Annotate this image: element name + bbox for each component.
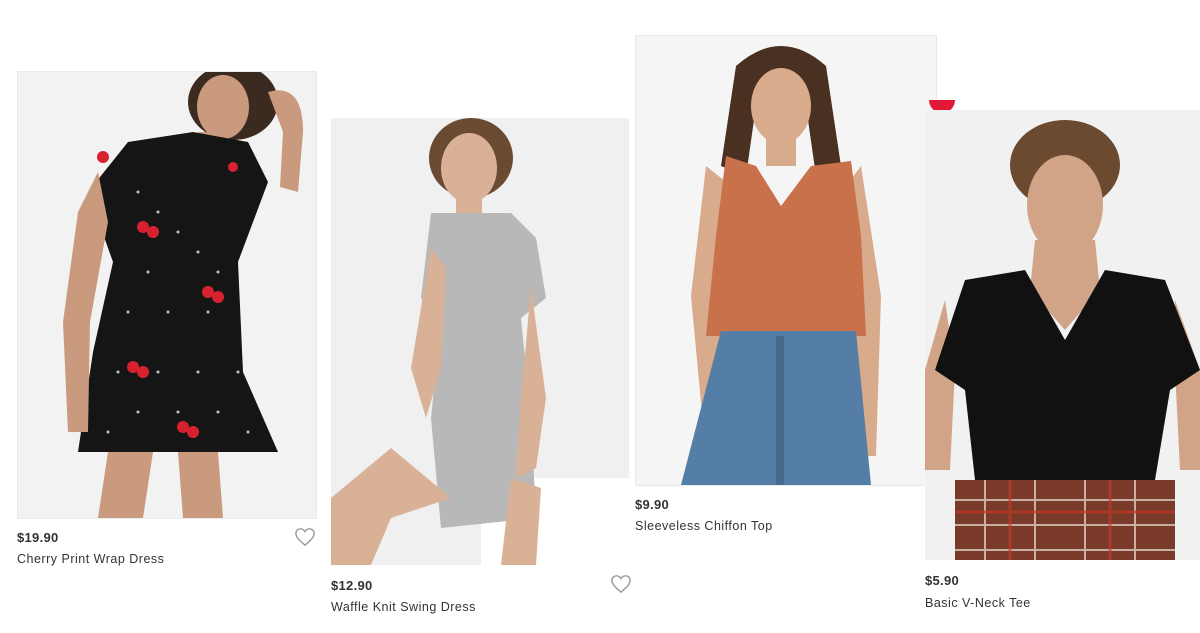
heart-outline-icon[interactable] xyxy=(610,574,632,594)
product-price: $9.90 xyxy=(635,497,670,512)
product-name[interactable]: Cherry Print Wrap Dress xyxy=(17,552,164,566)
product-card[interactable]: $12.90 Waffle Knit Swing Dress xyxy=(331,118,631,618)
product-name[interactable]: Waffle Knit Swing Dress xyxy=(331,600,476,614)
product-price: $12.90 xyxy=(331,578,373,593)
product-card[interactable]: $5.90 Basic V-Neck Tee xyxy=(925,110,1200,610)
product-grid: $19.90 Cherry Print Wrap Dress $12.90 Wa… xyxy=(0,0,1200,633)
product-name[interactable]: Basic V-Neck Tee xyxy=(925,596,1031,610)
product-price: $5.90 xyxy=(925,573,960,588)
product-image[interactable] xyxy=(635,35,937,486)
product-card[interactable]: $9.90 Sleeveless Chiffon Top xyxy=(635,35,938,535)
heart-outline-icon[interactable] xyxy=(294,527,316,547)
product-image[interactable] xyxy=(17,71,317,519)
product-image[interactable] xyxy=(925,110,1200,560)
product-name[interactable]: Sleeveless Chiffon Top xyxy=(635,519,773,533)
product-image[interactable] xyxy=(331,118,629,565)
product-card[interactable]: $19.90 Cherry Print Wrap Dress xyxy=(17,71,317,571)
product-price: $19.90 xyxy=(17,530,59,545)
